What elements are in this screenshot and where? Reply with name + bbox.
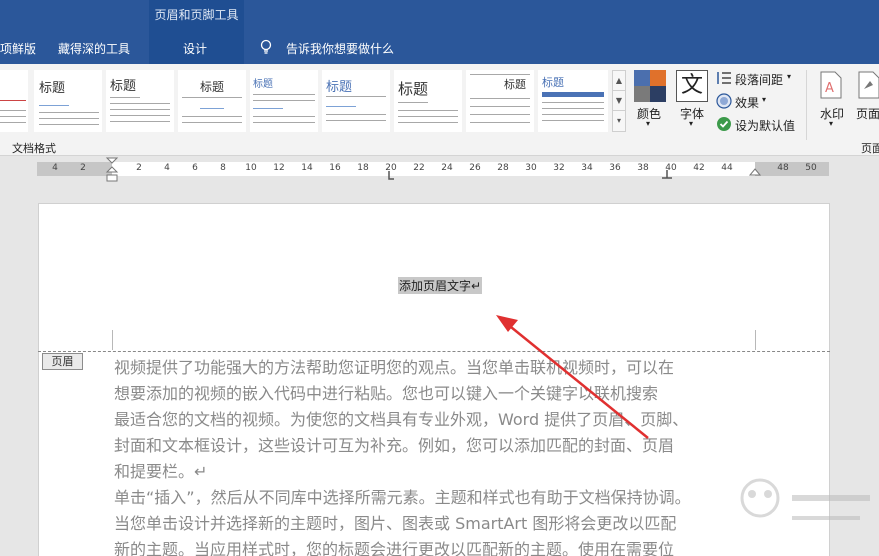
ribbon-body: 标题 标题 标题 标题 标题 标题 标题 标题 ▲ ▼ ▾ 文档格式 颜色 ▾ … (0, 64, 879, 156)
body-line: 想要添加的视频的嵌入代码中进行粘贴。您也可以键入一个关键字以联机搜索 (114, 384, 659, 403)
ruler-number: 30 (525, 163, 537, 173)
ruler-number: 38 (637, 163, 649, 173)
body-line: 最适合您的文档的视频。为使您的文档具有专业外观，Word 提供了页眉、页脚、 (114, 410, 689, 429)
margin-corner-mark (755, 330, 756, 350)
header-label-tag: 页眉 (42, 353, 83, 370)
gallery-down-icon[interactable]: ▼ (613, 91, 625, 111)
ruler-number: 6 (192, 163, 198, 173)
tab-stop-icon[interactable] (384, 171, 394, 181)
tab-ideas[interactable]: 项鲜版 (0, 40, 36, 57)
style-thumb-2[interactable]: 标题 (106, 70, 174, 132)
group-label-document-format: 文档格式 (12, 142, 56, 155)
watermark-icon[interactable]: A (820, 71, 842, 99)
group-separator (806, 70, 807, 140)
ruler-number: 26 (469, 163, 481, 173)
ruler-number: 48 (777, 163, 789, 173)
colors-dropdown-icon[interactable]: ▾ (646, 119, 650, 128)
paragraph-spacing-icon[interactable] (716, 71, 732, 85)
right-indent-marker-icon[interactable] (749, 168, 761, 180)
style-thumb-3[interactable]: 标题 (178, 70, 246, 132)
ruler-number: 2 (80, 163, 86, 173)
effects-button[interactable]: 效果 (735, 94, 759, 111)
style-thumb-5[interactable]: 标题 (322, 70, 390, 132)
ruler-number: 36 (609, 163, 621, 173)
gallery-scroll[interactable]: ▲ ▼ ▾ (612, 70, 626, 132)
ruler-number: 42 (693, 163, 705, 173)
ruler-number: 4 (164, 163, 170, 173)
style-thumb-0[interactable] (0, 70, 28, 132)
gallery-more-icon[interactable]: ▾ (613, 111, 625, 131)
body-line: 视频提供了功能强大的方法帮助您证明您的观点。当您单击联机视频时，可以在 (114, 358, 675, 377)
document-body[interactable]: 视频提供了功能强大的方法帮助您证明您的观点。当您单击联机视频时，可以在 想要添加… (114, 355, 764, 556)
header-boundary-line (38, 351, 830, 352)
header-text[interactable]: 添加页眉文字↵ (398, 277, 483, 294)
ruler-number: 44 (721, 163, 733, 173)
style-thumb-6[interactable]: 标题 (394, 70, 462, 132)
ruler-number: 50 (805, 163, 817, 173)
set-as-default-button[interactable]: 设为默认值 (735, 117, 795, 134)
watermark-dropdown-icon[interactable]: ▾ (829, 119, 833, 128)
colors-icon[interactable] (634, 70, 666, 102)
effects-dropdown-icon[interactable]: ▾ (762, 95, 766, 104)
ruler-number: 28 (497, 163, 509, 173)
ruler-number: 16 (329, 163, 341, 173)
paragraph-spacing-button[interactable]: 段落间距 (735, 71, 783, 88)
fonts-dropdown-icon[interactable]: ▾ (689, 119, 693, 128)
ruler-number: 32 (553, 163, 565, 173)
style-thumb-7[interactable]: 标题 (466, 70, 534, 132)
style-set-gallery: 标题 标题 标题 标题 标题 标题 标题 标题 (0, 70, 626, 132)
style-thumb-8[interactable]: 标题 (538, 70, 608, 132)
gallery-up-icon[interactable]: ▲ (613, 71, 625, 91)
site-watermark-logo (740, 478, 870, 520)
ruler-number: 34 (581, 163, 593, 173)
ruler-number: 2 (136, 163, 142, 173)
ruler-number: 8 (220, 163, 226, 173)
body-line: 和提要栏。↵ (114, 462, 208, 481)
ruler-number: 18 (357, 163, 369, 173)
ruler-text-area (112, 162, 755, 176)
ruler-number: 24 (441, 163, 453, 173)
lightbulb-icon[interactable] (259, 39, 273, 55)
paragraph-spacing-dropdown-icon[interactable]: ▾ (787, 72, 791, 81)
indent-marker-icon[interactable] (105, 157, 119, 183)
tab-design[interactable]: 设计 (183, 40, 207, 57)
tab-stop-icon[interactable] (662, 170, 672, 180)
style-thumb-4[interactable]: 标题 (250, 70, 318, 132)
tab-hidden-tools[interactable]: 藏得深的工具 (58, 40, 130, 57)
ruler-number: 12 (273, 163, 285, 173)
effects-icon[interactable] (716, 93, 732, 109)
ruler-number: 4 (52, 163, 58, 173)
context-group-title: 页眉和页脚工具 (154, 8, 239, 22)
style-thumb-1[interactable]: 标题 (34, 70, 102, 132)
body-line: 封面和文本框设计，这些设计可互为补充。例如，您可以添加匹配的封面、页眉 (114, 436, 675, 455)
body-line: 新的主题。当应用样式时，您的标题会进行更改以匹配新的主题。使用在需要位 (114, 540, 675, 556)
ruler-number: 10 (245, 163, 257, 173)
svg-text:A: A (825, 81, 834, 96)
group-label-page-background: 页面 (861, 142, 879, 155)
fonts-icon[interactable]: 文 (676, 70, 708, 102)
ruler-number: 14 (301, 163, 313, 173)
ruler-number: 22 (413, 163, 425, 173)
body-line: 单击“插入”，然后从不同库中选择所需元素。主题和样式也有助于文档保持协调。 (114, 488, 691, 507)
checkmark-icon[interactable] (716, 116, 732, 132)
margin-corner-mark (112, 330, 113, 350)
body-line: 当您单击设计并选择新的主题时，图片、图表或 SmartArt 图形将会更改以匹配 (114, 514, 677, 533)
tell-me-box[interactable]: 告诉我你想要做什么 (286, 40, 394, 57)
page-color-icon[interactable] (858, 71, 879, 99)
page-color-button[interactable]: 页面 (856, 105, 879, 122)
ribbon-tab-bar (0, 0, 879, 64)
